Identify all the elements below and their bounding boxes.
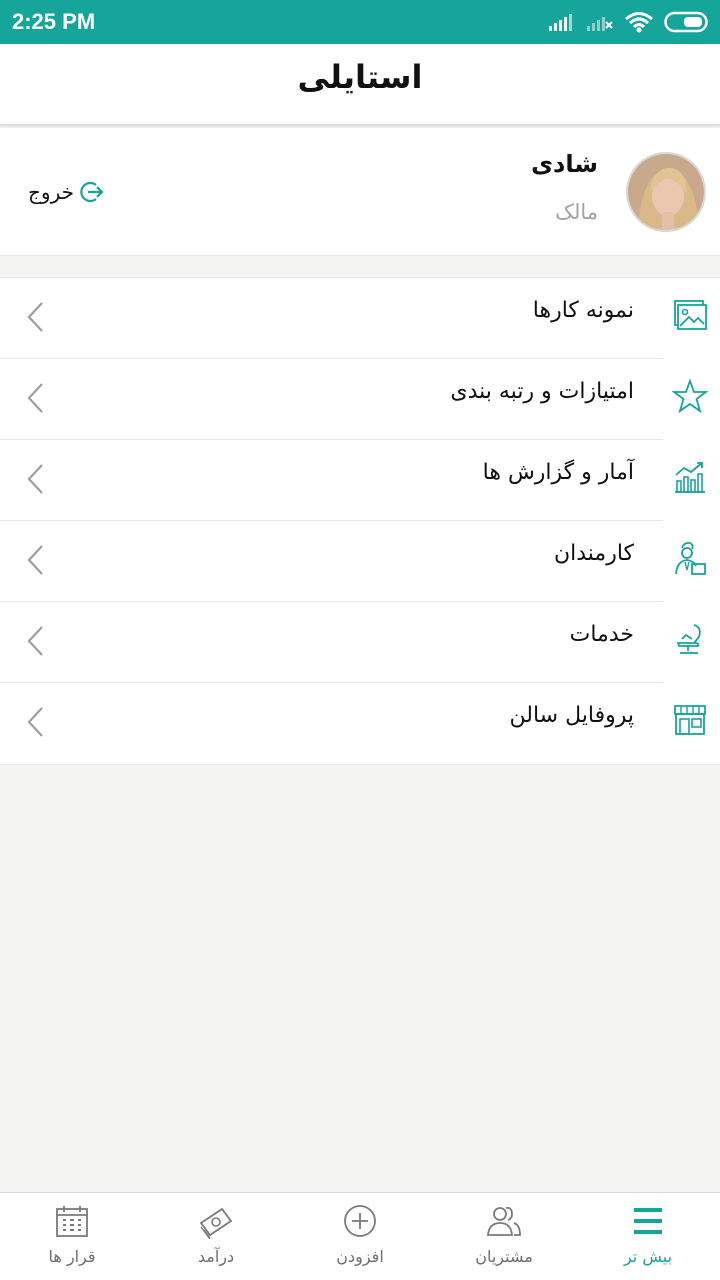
menu-item-label: پروفایل سالن [509, 703, 634, 728]
user-role: مالک [555, 200, 598, 224]
menu-item-reports[interactable]: آمار و گزارش ها [0, 440, 720, 521]
chevron-left-icon [27, 464, 43, 494]
chevron-left-icon [27, 302, 43, 332]
logout-button[interactable]: خروج [28, 174, 104, 210]
chevron-left-icon [27, 383, 43, 413]
menu-item-label: کارمندان [553, 541, 634, 566]
chart-icon [675, 462, 705, 493]
tab-label: بیش تر [623, 1247, 673, 1266]
menu-item-portfolio[interactable]: نمونه کارها [0, 278, 720, 359]
tab-add[interactable]: افزودن [288, 1193, 432, 1280]
money-icon [199, 1207, 233, 1239]
chevron-left-icon [27, 626, 43, 656]
settings-menu: نمونه کارها امتیازات و رتبه بندی آمار و … [0, 277, 720, 765]
menu-item-ratings[interactable]: امتیازات و رتبه بندی [0, 359, 720, 440]
tab-label: قرار ها [48, 1247, 96, 1266]
status-time: 2:25 PM [12, 9, 96, 34]
salon-chair-icon [676, 624, 701, 654]
wifi-icon [625, 12, 653, 33]
menu-icon [634, 1208, 662, 1234]
chevron-left-icon [27, 545, 43, 575]
tab-label: درآمد [197, 1247, 235, 1266]
signal-icon [549, 14, 572, 31]
add-circle-icon [344, 1205, 376, 1237]
menu-item-label: امتیازات و رتبه بندی [450, 379, 634, 404]
menu-item-services[interactable]: خدمات [0, 602, 720, 683]
menu-item-label: آمار و گزارش ها [482, 460, 634, 485]
page-title: استایلی [297, 58, 423, 96]
star-icon [672, 378, 708, 414]
chevron-left-icon [27, 707, 43, 737]
status-bar: 2:25 PM [0, 0, 720, 44]
signal-no-service-icon [587, 17, 613, 31]
bottom-navigation: قرار ها درآمد افزودن مشتریان بیش تر [0, 1192, 720, 1280]
calendar-icon [56, 1206, 88, 1237]
employee-icon [675, 541, 706, 575]
status-icons [548, 10, 710, 34]
tab-label: مشتریان [475, 1247, 533, 1266]
user-name: شادی [531, 150, 598, 178]
app-header: استایلی [0, 44, 720, 126]
tab-label: افزودن [336, 1247, 384, 1266]
logout-icon [80, 181, 104, 203]
customers-icon [487, 1206, 521, 1236]
profile-card: شادی مالک خروج [0, 128, 720, 256]
tab-customers[interactable]: مشتریان [432, 1193, 576, 1280]
menu-item-salon-profile[interactable]: پروفایل سالن [0, 683, 720, 764]
gallery-icon [674, 300, 707, 330]
tab-appointments[interactable]: قرار ها [0, 1193, 144, 1280]
tab-income[interactable]: درآمد [144, 1193, 288, 1280]
menu-item-label: نمونه کارها [532, 298, 634, 323]
storefront-icon [674, 705, 706, 735]
battery-icon [664, 11, 708, 33]
menu-item-employees[interactable]: کارمندان [0, 521, 720, 602]
tab-more[interactable]: بیش تر [576, 1193, 720, 1280]
avatar-image [628, 154, 704, 230]
logout-label: خروج [28, 180, 74, 204]
avatar[interactable] [626, 152, 706, 232]
menu-item-label: خدمات [569, 622, 634, 647]
